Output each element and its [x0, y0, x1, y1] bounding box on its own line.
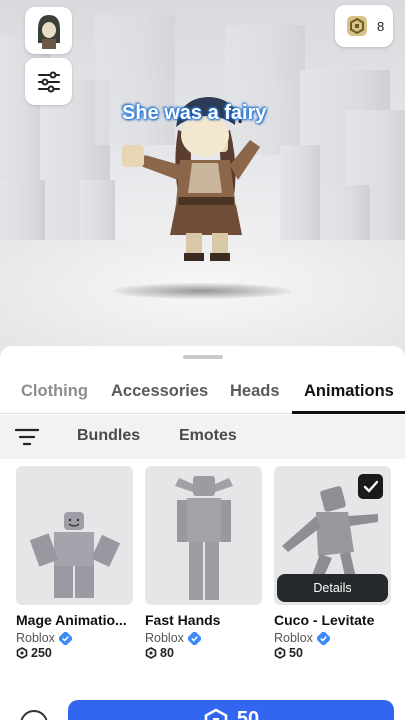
avatar-thumbnail-icon: [37, 14, 60, 49]
price-value: 50: [289, 647, 303, 659]
robux-icon: [145, 647, 157, 659]
item-creator: Roblox: [16, 631, 133, 645]
sort-filter-icon[interactable]: [14, 426, 40, 448]
category-tabs: Clothing Accessories Heads Animations: [0, 374, 405, 414]
avatar-shadow: [112, 283, 292, 299]
verified-badge-icon: [316, 631, 330, 645]
buy-button[interactable]: 50: [68, 700, 394, 720]
item-title: Mage Animatio...: [16, 612, 127, 628]
subtab-emotes[interactable]: Emotes: [179, 427, 237, 445]
item-price: 250: [16, 647, 133, 659]
robux-icon: [204, 708, 228, 720]
item-card[interactable]: Fast Hands Roblox 80: [145, 466, 262, 659]
robux-icon: [347, 16, 367, 36]
details-button[interactable]: Details: [277, 574, 388, 602]
item-thumbnail[interactable]: [145, 466, 262, 605]
creator-name: Roblox: [274, 631, 313, 645]
tab-accessories[interactable]: Accessories: [111, 382, 208, 401]
item-creator: Roblox: [274, 631, 391, 645]
fast-hands-figure: [175, 476, 233, 600]
avatar-preview-scene[interactable]: She was a fairy 8: [0, 0, 405, 360]
item-card[interactable]: Details Cuco - Levitate Roblox 50: [274, 466, 391, 659]
subtab-bundles[interactable]: Bundles: [77, 427, 140, 445]
item-creator: Roblox: [145, 631, 262, 645]
verified-badge-icon: [58, 631, 72, 645]
item-price: 80: [145, 647, 262, 659]
price-value: 80: [160, 647, 174, 659]
tab-heads[interactable]: Heads: [230, 382, 280, 401]
robux-count: 8: [377, 18, 385, 34]
speech-bubble-text: She was a fairy: [122, 102, 267, 124]
price-value: 250: [31, 647, 52, 659]
verified-badge-icon: [187, 631, 201, 645]
catalog-sheet: Clothing Accessories Heads Animations Bu…: [0, 346, 405, 720]
robux-icon: [16, 647, 28, 659]
subcategory-bar: Bundles Emotes: [0, 415, 405, 459]
creator-name: Roblox: [145, 631, 184, 645]
sliders-icon: [37, 71, 60, 92]
selected-checkbox[interactable]: [358, 474, 383, 499]
buy-price: 50: [236, 708, 260, 720]
item-thumbnail[interactable]: Details: [274, 466, 391, 605]
filter-settings-button[interactable]: [25, 58, 72, 105]
robux-balance[interactable]: 8: [335, 5, 393, 47]
tab-clothing[interactable]: Clothing: [21, 382, 88, 401]
drag-handle[interactable]: [183, 355, 223, 359]
item-thumbnail[interactable]: [16, 466, 133, 605]
item-card[interactable]: Mage Animatio... Roblox 250: [16, 466, 133, 659]
item-price: 50: [274, 647, 391, 659]
avatar-thumbnail-button[interactable]: [25, 7, 72, 54]
robux-icon: [274, 647, 286, 659]
creator-name: Roblox: [16, 631, 55, 645]
item-title: Cuco - Levitate: [274, 612, 375, 628]
mage-animation-figure: [29, 512, 121, 598]
active-tab-indicator: [292, 411, 405, 414]
tab-animations[interactable]: Animations: [304, 382, 394, 401]
checkmark-icon: [363, 480, 378, 493]
item-title: Fast Hands: [145, 612, 221, 628]
